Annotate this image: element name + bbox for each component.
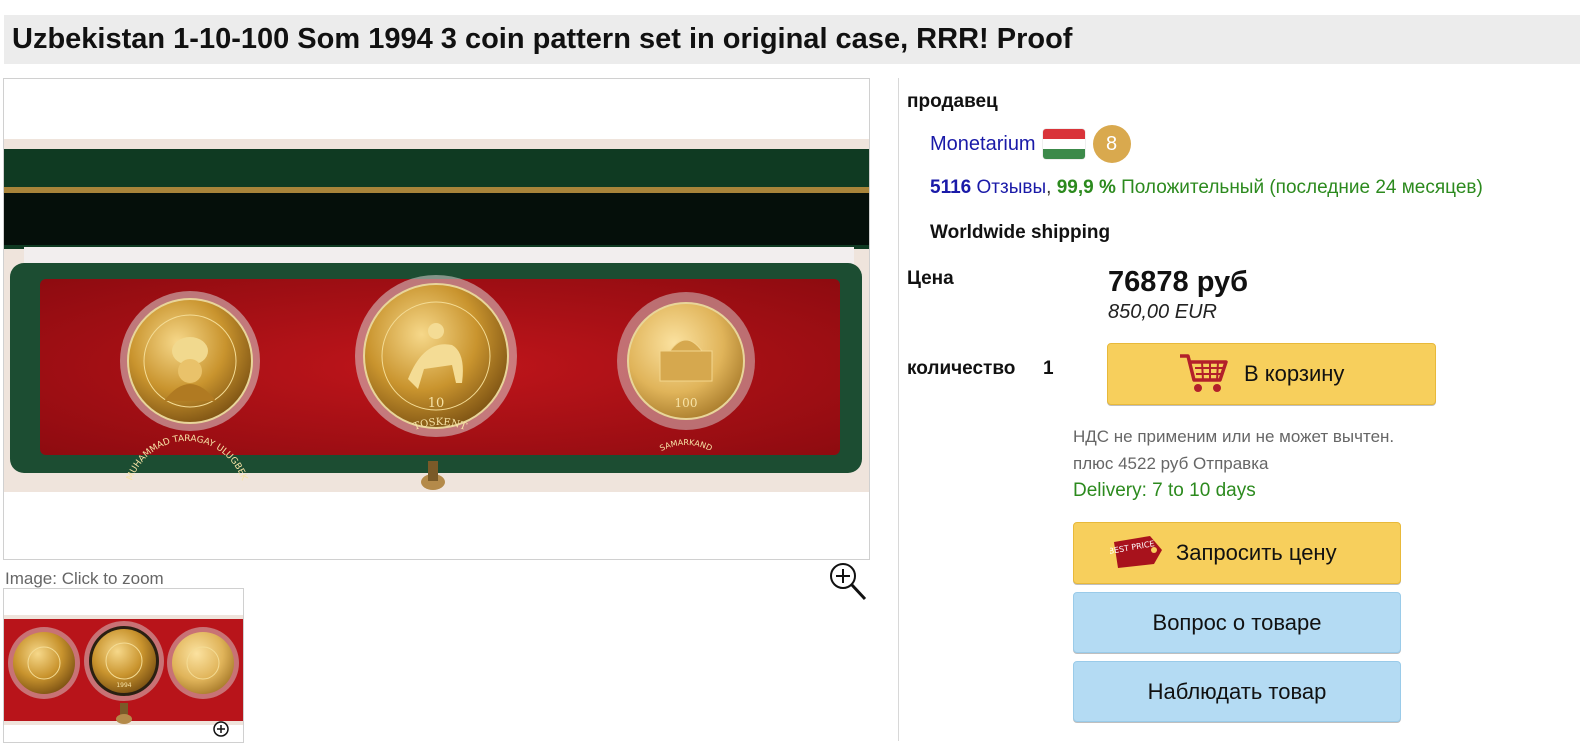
main-product-image[interactable]: 10 100 MUHAMMAD TARAGAY ULUGBEK TOSKENT … [3,78,870,560]
shopping-cart-icon [1178,350,1230,402]
seller-rank-badge: 8 [1092,125,1131,163]
thumb-year-text: 1994 [116,682,131,689]
quantity-value: 1 [1043,358,1054,379]
seller-row: Monetarium 8 [930,124,1131,164]
feedback-label[interactable]: Отзывы [977,177,1047,198]
quantity-label: количество [907,358,1016,379]
best-price-tag-icon: BEST PRICE [1108,532,1164,578]
thumbnail-image[interactable]: 1994 [3,588,244,743]
price-main: 76878 руб [1108,266,1249,298]
column-divider [898,78,899,741]
seller-label: продавец [907,91,998,112]
add-to-cart-button[interactable]: В корзину [1107,343,1436,405]
positive-text: Положительный (последние 24 месяцев) [1121,177,1483,198]
ask-question-button[interactable]: Вопрос о товаре [1073,592,1401,653]
feedback-count[interactable]: 5116 [930,177,971,198]
page-title: Uzbekistan 1-10-100 Som 1994 3 coin patt… [12,23,1073,55]
worldwide-shipping: Worldwide shipping [930,222,1111,243]
shipping-cost: плюс 4522 руб Отправка [1073,454,1269,473]
zoom-caption: Image: Click to zoom [5,569,164,588]
feedback-separator: , [1046,177,1052,198]
price-label: Цена [907,268,954,289]
coin-set-photo: 10 100 MUHAMMAD TARAGAY ULUGBEK TOSKENT … [4,139,869,492]
vat-note: НДС не применим или не может вычтен. [1073,427,1395,446]
coin-value-text: 100 [675,396,698,410]
hungary-flag-icon [1042,129,1085,159]
delivery-time: Delivery: 7 to 10 days [1073,480,1256,501]
thumbnail-zoom-icon[interactable] [212,720,232,745]
request-price-label: Запросить цену [1176,540,1337,565]
feedback-row: 5116 Отзывы, 99,9 % Положительный (после… [930,177,1483,199]
title-bar: Uzbekistan 1-10-100 Som 1994 3 coin patt… [4,15,1580,64]
request-price-button[interactable]: BEST PRICE Запросить цену [1073,522,1401,584]
zoom-in-icon[interactable] [826,560,870,609]
ask-question-label: Вопрос о товаре [1152,609,1322,635]
price-eur: 850,00 EUR [1108,301,1217,323]
thumbnail-photo: 1994 [4,615,243,725]
watch-item-button[interactable]: Наблюдать товар [1073,661,1401,722]
seller-name-link[interactable]: Monetarium [930,133,1036,156]
watch-item-label: Наблюдать товар [1147,678,1327,704]
coin-value-text: 10 [428,396,445,411]
add-to-cart-label: В корзину [1244,361,1345,386]
positive-percent: 99,9 % [1056,177,1116,198]
